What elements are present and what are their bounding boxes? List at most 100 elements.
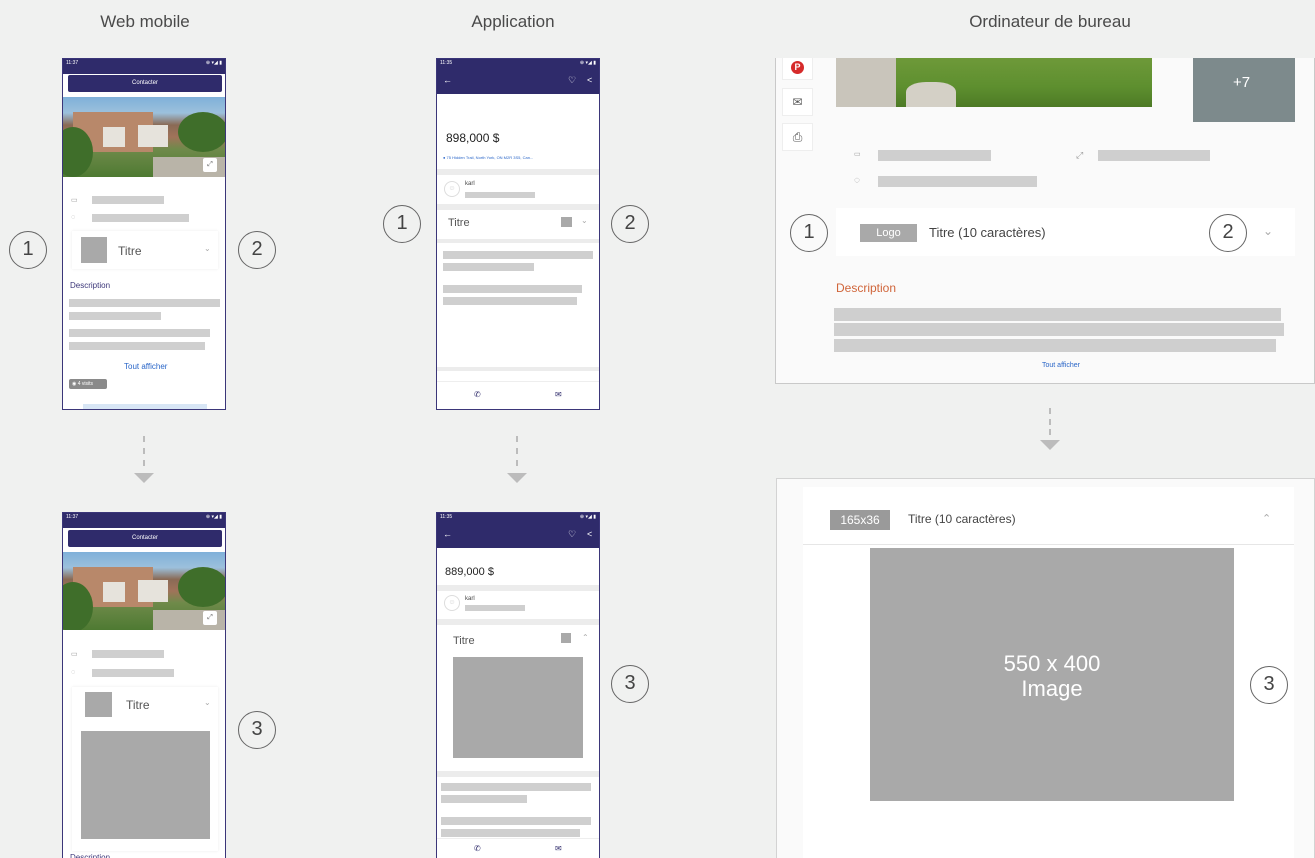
status-bar: 11:35 ⊕ ▾◢ ▮ [437, 513, 599, 522]
contact-button[interactable]: Contacter [68, 530, 222, 547]
listing-photo[interactable] [63, 97, 225, 177]
chevron-down-icon[interactable]: ⌄ [581, 216, 588, 225]
marker-3: 3 [611, 665, 649, 703]
divider [437, 367, 599, 371]
accordion-header[interactable]: Titre ⌄ [72, 231, 218, 269]
arrow-down-icon [1040, 408, 1060, 453]
description-label: Description [70, 853, 111, 858]
placeholder-line [441, 829, 580, 837]
ad-banner[interactable] [83, 404, 207, 409]
mail-icon: ✉ [792, 95, 803, 109]
accordion-title: Titre [126, 698, 150, 712]
accordion-title[interactable]: Titre [453, 635, 475, 647]
logo-placeholder: Logo [860, 224, 917, 242]
marker-2: 2 [1209, 214, 1247, 252]
web-mobile-screen-expanded: 11:37 ⊕ ▾◢ ▮ Contacter ⤢ ▭ ◌ Titre ⌄ Des… [62, 512, 226, 858]
visits-count: 4 visits [77, 381, 94, 387]
back-arrow-icon[interactable]: ← [443, 529, 452, 539]
placeholder-line [92, 669, 174, 677]
status-bar: 11:37 ⊕ ▾◢ ▮ [63, 513, 225, 522]
placeholder-line [69, 299, 220, 307]
ruler-icon: ▭ [71, 651, 78, 658]
image-placeholder: 550 x 400 Image [870, 548, 1234, 801]
expand-icon[interactable]: ⤢ [203, 158, 217, 172]
divider [437, 204, 599, 210]
email-share-button[interactable]: ✉ [782, 88, 813, 116]
status-icons: ⊕ ▾◢ ▮ [205, 514, 222, 520]
address-text: 75 Hidden Trail, North York, ON M2R 3S5,… [446, 155, 534, 160]
placeholder-line [1098, 150, 1210, 161]
status-bar: 11:35 ⊕ ▾◢ ▮ [437, 59, 599, 68]
placeholder-line [92, 650, 164, 658]
share-icon[interactable]: < [587, 529, 592, 539]
share-icon[interactable]: < [587, 75, 592, 85]
print-button[interactable]: ⎙ [782, 123, 813, 151]
agent-name: karl [465, 181, 475, 187]
placeholder-line [443, 263, 534, 271]
listing-photo[interactable] [63, 552, 225, 630]
divider [437, 585, 599, 591]
column-title-web-mobile: Web mobile [100, 12, 190, 31]
placeholder-line [443, 285, 582, 293]
accordion-title[interactable]: Titre [448, 217, 470, 229]
status-bar: 11:37 ⊕ ▾◢ ▮ [63, 59, 225, 68]
marker-2: 2 [611, 205, 649, 243]
logo-placeholder: 165x36 [830, 510, 890, 530]
placeholder-line [443, 251, 593, 259]
placeholder-line [92, 196, 164, 204]
web-mobile-screen-collapsed: 11:37 ⊕ ▾◢ ▮ Contacter ⤢ ▭ ◌ Titre ⌄ Des… [62, 58, 226, 410]
show-all-link[interactable]: Tout afficher [1042, 362, 1080, 369]
ruler-icon: ▭ [854, 151, 861, 158]
show-all-link[interactable]: Tout afficher [124, 362, 167, 371]
address-link[interactable]: ● 75 Hidden Trail, North York, ON M2R 3S… [443, 155, 533, 160]
mail-icon[interactable]: ✉ [555, 844, 562, 853]
placeholder-line [441, 783, 591, 791]
description-label: Description [836, 281, 897, 295]
image-placeholder [81, 731, 210, 839]
accordion-expanded[interactable]: Titre ⌄ [72, 687, 218, 851]
price: 889,000 $ [445, 566, 494, 578]
mail-icon[interactable]: ✉ [555, 390, 562, 399]
chevron-up-icon[interactable]: ⌃ [1262, 512, 1271, 525]
expand-icon[interactable]: ⤢ [203, 611, 217, 625]
placeholder-line [465, 605, 525, 611]
status-time: 11:35 [440, 514, 453, 520]
printer-icon: ⎙ [792, 130, 803, 144]
pinterest-button[interactable]: P [782, 58, 813, 80]
image-size-label: 550 x 400 [1003, 651, 1101, 676]
back-arrow-icon[interactable]: ← [443, 75, 452, 85]
arrow-down-icon [507, 436, 527, 486]
heart-icon[interactable]: ♡ [568, 75, 576, 86]
contact-button[interactable]: Contacter [68, 75, 222, 92]
status-time: 11:37 [66, 514, 79, 520]
desktop-accordion-expanded[interactable]: 165x36 Titre (10 caractères) ⌃ 550 x 400… [803, 487, 1294, 858]
chevron-up-icon[interactable]: ⌃ [582, 633, 589, 642]
divider [437, 619, 599, 625]
logo-placeholder [81, 237, 107, 263]
placeholder-line [92, 214, 189, 222]
bottom-action-bar: ✆ ✉ [437, 381, 599, 409]
arrow-down-icon [134, 436, 154, 486]
divider [437, 169, 599, 175]
location-icon: ◌ [71, 669, 76, 676]
app-screen-collapsed: 11:35 ⊕ ▾◢ ▮ ← ♡ < 898,000 $ ● 75 Hidden… [436, 58, 600, 410]
marker-1: 1 [9, 231, 47, 269]
placeholder-line [834, 323, 1284, 336]
marker-1: 1 [383, 205, 421, 243]
image-placeholder [453, 657, 583, 758]
placeholder-line [443, 297, 577, 305]
image-word-label: Image [1021, 676, 1083, 701]
accordion-title: Titre (10 caractères) [908, 512, 1016, 526]
more-photos-thumbnail[interactable]: +7 [1193, 58, 1295, 122]
divider [437, 771, 599, 777]
heart-icon[interactable]: ♡ [568, 529, 576, 540]
desktop-main-photo[interactable] [836, 58, 1152, 107]
phone-icon[interactable]: ✆ [474, 390, 481, 399]
price: 898,000 $ [446, 131, 500, 145]
logo-placeholder [561, 633, 571, 643]
pinterest-icon: P [791, 61, 804, 74]
phone-icon[interactable]: ✆ [474, 844, 481, 853]
marker-3: 3 [1250, 666, 1288, 704]
status-time: 11:35 [440, 60, 453, 66]
bottom-action-bar: ✆ ✉ [437, 838, 599, 858]
